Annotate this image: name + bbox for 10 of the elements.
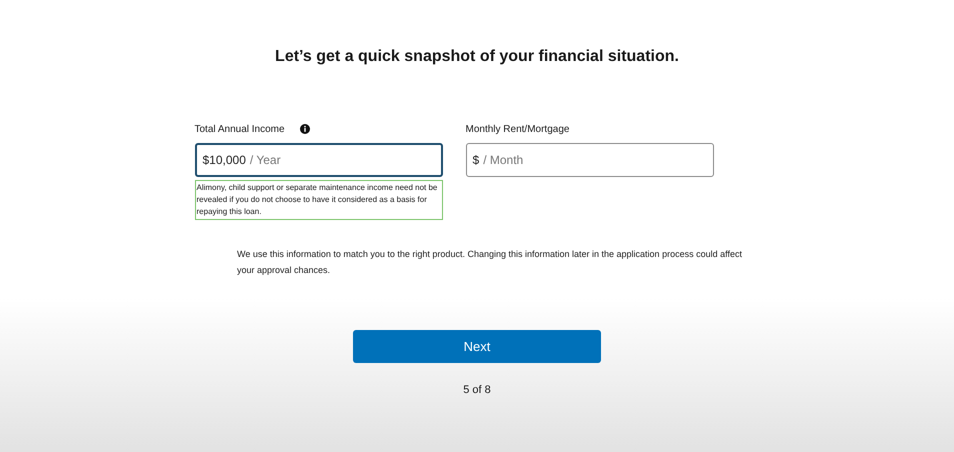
field-label: Total Annual Income — [194, 122, 285, 136]
hint-text: Alimony, child support or separate maintenance income need not be revealed if you do not choose to have it considered as a basis for repaying this loan. — [194, 180, 442, 220]
input-field[interactable]: $10,000 / Year — [194, 143, 442, 177]
input-field[interactable]: $ / Month — [466, 143, 714, 177]
step-counter: 5 of 8 — [463, 383, 491, 398]
next-button[interactable]: Next — [353, 330, 601, 363]
page-heading: Let’s get a quick snapshot of your financial situation. — [275, 47, 679, 67]
info-icon[interactable] — [300, 124, 310, 134]
info-note: We use this information to match you to the right product. Changing this information later in the application process could affect your approval chances. — [237, 248, 743, 277]
field-label: Monthly Rent/Mortgage — [466, 122, 570, 136]
